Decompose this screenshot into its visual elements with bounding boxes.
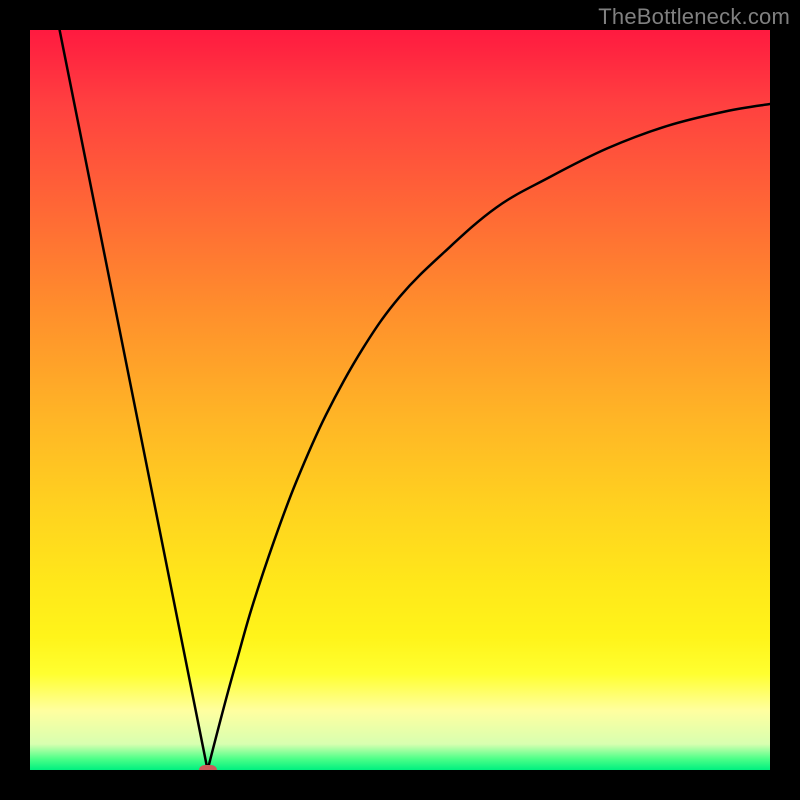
plot-area (30, 30, 770, 770)
watermark-text: TheBottleneck.com (598, 4, 790, 30)
minimum-dot (199, 765, 217, 770)
chart-frame: TheBottleneck.com (0, 0, 800, 800)
curve-path (60, 30, 770, 770)
bottleneck-curve (30, 30, 770, 770)
